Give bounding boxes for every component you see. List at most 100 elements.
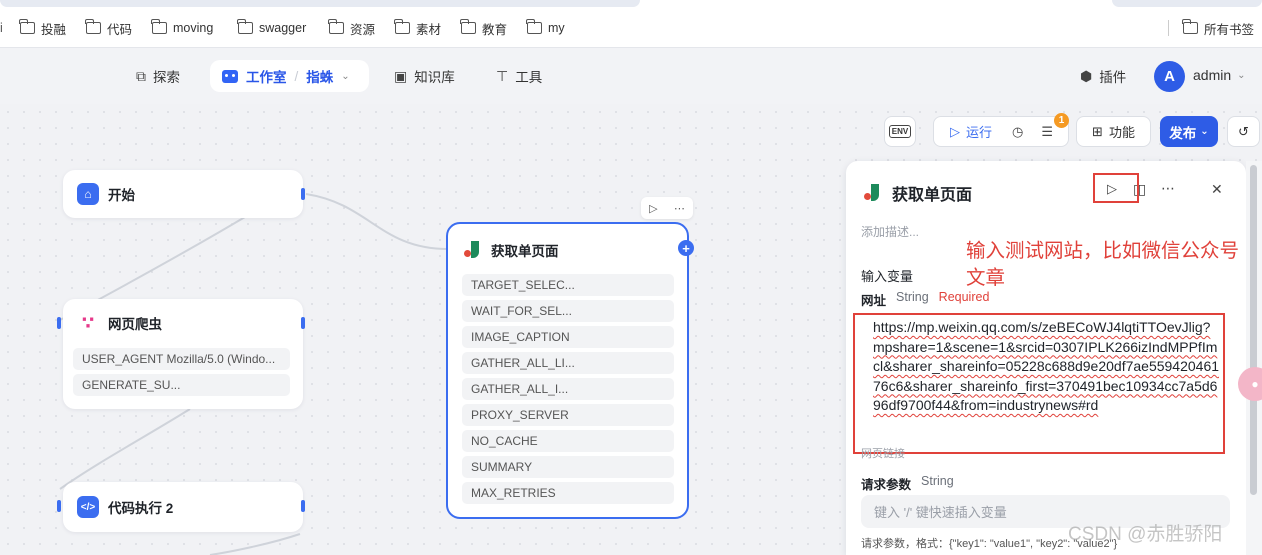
node-field: GATHER_ALL_I... xyxy=(462,378,674,400)
bookmark-item[interactable]: swagger xyxy=(237,19,306,37)
node-mini-toolbar: ▷ ⋯ xyxy=(641,197,693,219)
url-label: 网址 xyxy=(861,294,887,308)
watermark: CSDN @赤胜骄阳 xyxy=(1068,524,1223,545)
folder-icon xyxy=(460,19,476,34)
panel-header: 获取单页面 xyxy=(862,181,972,205)
app-header: ⧉ 探索 工作室 / 指蛛 ⌄ ▣ 知识库 ⊤ 工具 ⬢ 插件 A admin … xyxy=(0,48,1262,104)
jina-logo-icon xyxy=(462,240,482,260)
browser-tab[interactable] xyxy=(1112,0,1262,7)
edge-code-next xyxy=(209,533,301,555)
edge-start-fetch xyxy=(305,193,449,250)
panel-scrollbar[interactable] xyxy=(1246,161,1262,555)
nav-knowledge[interactable]: ▣ 知识库 xyxy=(394,65,455,87)
avatar[interactable]: A xyxy=(1154,61,1185,92)
url-type: String xyxy=(896,290,929,304)
scrollbar-thumb[interactable] xyxy=(1250,165,1257,495)
node-crawler[interactable]: ∵ 网页爬虫 USER_AGENT Mozilla/5.0 (Windo... … xyxy=(63,299,303,409)
book-icon: ▣ xyxy=(394,67,408,84)
node-field: MAX_RETRIES xyxy=(462,482,674,504)
nav-plugins[interactable]: ⬢ 插件 xyxy=(1080,65,1126,87)
params-type: String xyxy=(921,474,954,488)
user-menu[interactable]: admin ⌄ xyxy=(1193,67,1246,83)
panel-title[interactable]: 获取单页面 xyxy=(892,181,972,205)
bookmark-item[interactable]: moving xyxy=(151,19,213,37)
node-field: SUMMARY xyxy=(462,456,674,478)
output-port[interactable] xyxy=(301,500,305,512)
spider-icon: ∵ xyxy=(77,312,99,334)
output-port[interactable] xyxy=(301,188,305,200)
annotation-note: 输入测试网站，比如微信公众号文章 xyxy=(966,240,1240,289)
folder-icon xyxy=(394,19,410,34)
node-field: PROXY_SERVER xyxy=(462,404,674,426)
params-label: 请求参数 xyxy=(861,478,912,492)
node-field: GENERATE_SU... xyxy=(73,374,290,396)
run-group: ▷ 运行 ◷ ☰ xyxy=(933,116,1069,147)
node-code[interactable]: </> 代码执行 2 xyxy=(63,482,303,532)
node-code-title: 代码执行 2 xyxy=(108,501,174,516)
bookmark-item[interactable]: 代码 xyxy=(85,19,132,37)
nav-studio[interactable]: 工作室 xyxy=(246,66,287,86)
bookmark-item[interactable]: 资源 xyxy=(328,19,375,37)
input-port[interactable] xyxy=(57,317,61,329)
node-field: USER_AGENT Mozilla/5.0 (Windo... xyxy=(73,348,290,370)
highlight-box xyxy=(1093,173,1139,203)
node-start-title: 开始 xyxy=(108,188,135,203)
folder-icon xyxy=(151,19,167,34)
output-port[interactable] xyxy=(301,317,305,329)
more-icon[interactable]: ⋯ xyxy=(674,202,685,215)
more-icon[interactable]: ⋯ xyxy=(1161,180,1175,197)
run-button[interactable]: 运行 xyxy=(966,122,992,141)
node-field: IMAGE_CAPTION xyxy=(462,326,674,348)
bookmark-item[interactable]: 教育 xyxy=(460,19,507,37)
node-field: NO_CACHE xyxy=(462,430,674,452)
params-field-header: 请求参数 String xyxy=(861,474,954,493)
project-name[interactable]: 指蛛 xyxy=(306,66,333,86)
features-button[interactable]: ⊞ 功能 xyxy=(1076,116,1151,147)
node-start[interactable]: ⌂ 开始 xyxy=(63,170,303,218)
bookmark-item[interactable]: my xyxy=(526,19,565,37)
breadcrumb-separator: / xyxy=(294,68,299,84)
url-field-header: 网址 String Required xyxy=(861,290,989,309)
all-bookmarks[interactable]: 所有书签 xyxy=(1168,19,1254,37)
robot-icon xyxy=(222,69,238,83)
bookmark-edge[interactable]: i xyxy=(0,19,3,37)
nav-explore[interactable]: ⧉ 探索 xyxy=(136,65,180,87)
jina-logo-icon xyxy=(862,183,882,203)
bookmark-item[interactable]: 素材 xyxy=(394,19,441,37)
browser-tab[interactable] xyxy=(0,0,640,7)
history-icon: ↺ xyxy=(1238,123,1249,139)
folder-icon xyxy=(526,19,542,34)
bookmarks-bar: i 投融 代码 moving swagger 资源 素材 教育 my 所有书签 xyxy=(0,0,1262,48)
studio-switcher[interactable]: 工作室 / 指蛛 ⌄ xyxy=(210,60,369,92)
folder-icon xyxy=(328,19,344,34)
node-field: WAIT_FOR_SEL... xyxy=(462,300,674,322)
required-badge: Required xyxy=(938,290,990,304)
checklist-icon[interactable]: ☰ xyxy=(1041,124,1053,140)
issue-count-badge: 1 xyxy=(1054,113,1069,128)
browser-tab-strip xyxy=(0,0,1262,8)
add-node-icon[interactable]: + xyxy=(678,240,694,256)
input-vars-label: 输入变量 xyxy=(861,269,914,284)
nav-tools[interactable]: ⊤ 工具 xyxy=(496,65,542,87)
node-fetch-page[interactable]: 获取单页面 TARGET_SELEC... WAIT_FOR_SEL... IM… xyxy=(446,222,689,519)
chevron-down-icon[interactable]: ⌄ xyxy=(341,71,349,82)
env-button[interactable]: ENV xyxy=(884,116,916,147)
cube-icon: ⬢ xyxy=(1080,67,1093,84)
compass-icon: ⧉ xyxy=(136,67,146,84)
input-port[interactable] xyxy=(57,500,61,512)
bookmark-item[interactable]: 投融 xyxy=(19,19,66,37)
version-history-button[interactable]: ↺ xyxy=(1227,116,1260,147)
close-icon[interactable]: ✕ xyxy=(1211,181,1223,198)
publish-button[interactable]: 发布 ⌄ xyxy=(1160,116,1218,147)
divider xyxy=(1168,20,1169,36)
history-clock-icon[interactable]: ◷ xyxy=(1012,124,1023,140)
url-input[interactable]: https://mp.weixin.qq.com/s/zeBECoWJ4lqti… xyxy=(873,318,1219,416)
node-crawler-title: 网页爬虫 xyxy=(108,317,162,332)
edge-crawler-code xyxy=(59,408,191,490)
home-icon: ⌂ xyxy=(77,183,99,205)
play-icon[interactable]: ▷ xyxy=(649,202,657,215)
description-placeholder[interactable]: 添加描述... xyxy=(861,223,919,240)
play-icon[interactable]: ▷ xyxy=(950,124,960,140)
chevron-down-icon: ⌄ xyxy=(1237,69,1246,81)
grid-icon: ⊞ xyxy=(1092,123,1103,139)
